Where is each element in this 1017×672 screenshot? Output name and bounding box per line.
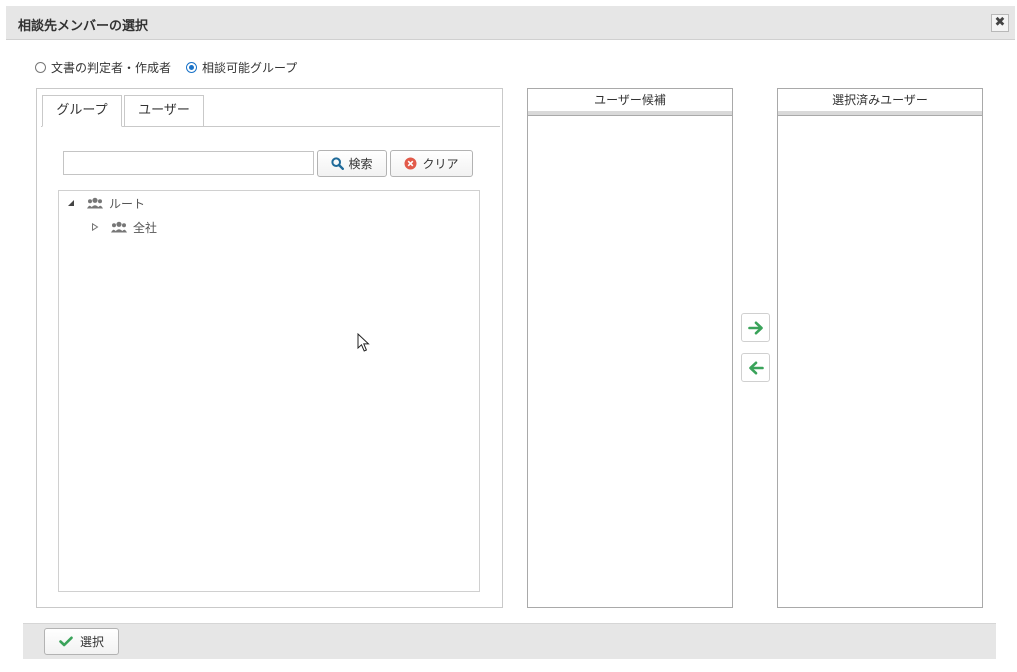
arrow-right-icon (747, 320, 764, 335)
add-user-button[interactable] (741, 313, 770, 342)
dialog-footer: 選択 (23, 623, 996, 659)
dialog-title: 相談先メンバーの選択 (18, 19, 149, 34)
tab-group[interactable]: グループ (42, 95, 122, 127)
collapse-triangle-icon[interactable] (65, 197, 77, 209)
candidate-users-list[interactable]: ユーザー候補 (527, 88, 733, 608)
group-tree: ルート 全社 (58, 190, 480, 592)
search-input[interactable] (63, 151, 314, 175)
radio-consultable-group[interactable] (186, 61, 198, 73)
select-button-label: 選択 (79, 635, 104, 649)
select-button[interactable]: 選択 (44, 628, 119, 655)
check-icon (59, 636, 73, 647)
tree-node-company[interactable]: 全社 (89, 218, 157, 236)
clear-icon (404, 157, 417, 170)
search-button[interactable]: 検索 (317, 150, 387, 177)
remove-user-button[interactable] (741, 353, 770, 382)
arrow-left-icon (748, 360, 764, 375)
group-icon (111, 221, 127, 233)
header-divider (528, 115, 732, 116)
radio-label-document-judge-creator[interactable]: 文書の判定者・作成者 (51, 59, 171, 76)
search-button-label: 検索 (348, 157, 373, 171)
tab-user[interactable]: ユーザー (124, 95, 204, 127)
dialog-title-bar: 相談先メンバーの選択 ✖ (6, 6, 1015, 40)
group-icon (87, 197, 103, 209)
mouse-cursor-icon (357, 332, 371, 356)
selected-users-header: 選択済みユーザー (778, 89, 982, 115)
candidate-users-header: ユーザー候補 (528, 89, 732, 115)
header-divider (778, 115, 982, 116)
tree-node-label[interactable]: 全社 (133, 219, 157, 236)
source-radio-group: 文書の判定者・作成者 相談可能グループ (35, 59, 312, 75)
tree-node-root[interactable]: ルート (65, 194, 145, 212)
tree-node-label[interactable]: ルート (109, 195, 145, 212)
clear-button[interactable]: クリア (390, 150, 473, 177)
group-browser-panel: グループ ユーザー 検索 クリア ルート 全社 (36, 88, 503, 608)
radio-label-consultable-group[interactable]: 相談可能グループ (202, 59, 297, 76)
close-icon[interactable]: ✖ (991, 14, 1009, 32)
search-icon (331, 157, 345, 170)
radio-document-judge-creator[interactable] (35, 61, 46, 73)
clear-button-label: クリア (422, 157, 459, 171)
selected-users-list[interactable]: 選択済みユーザー (777, 88, 983, 608)
expand-triangle-icon[interactable] (89, 221, 101, 233)
